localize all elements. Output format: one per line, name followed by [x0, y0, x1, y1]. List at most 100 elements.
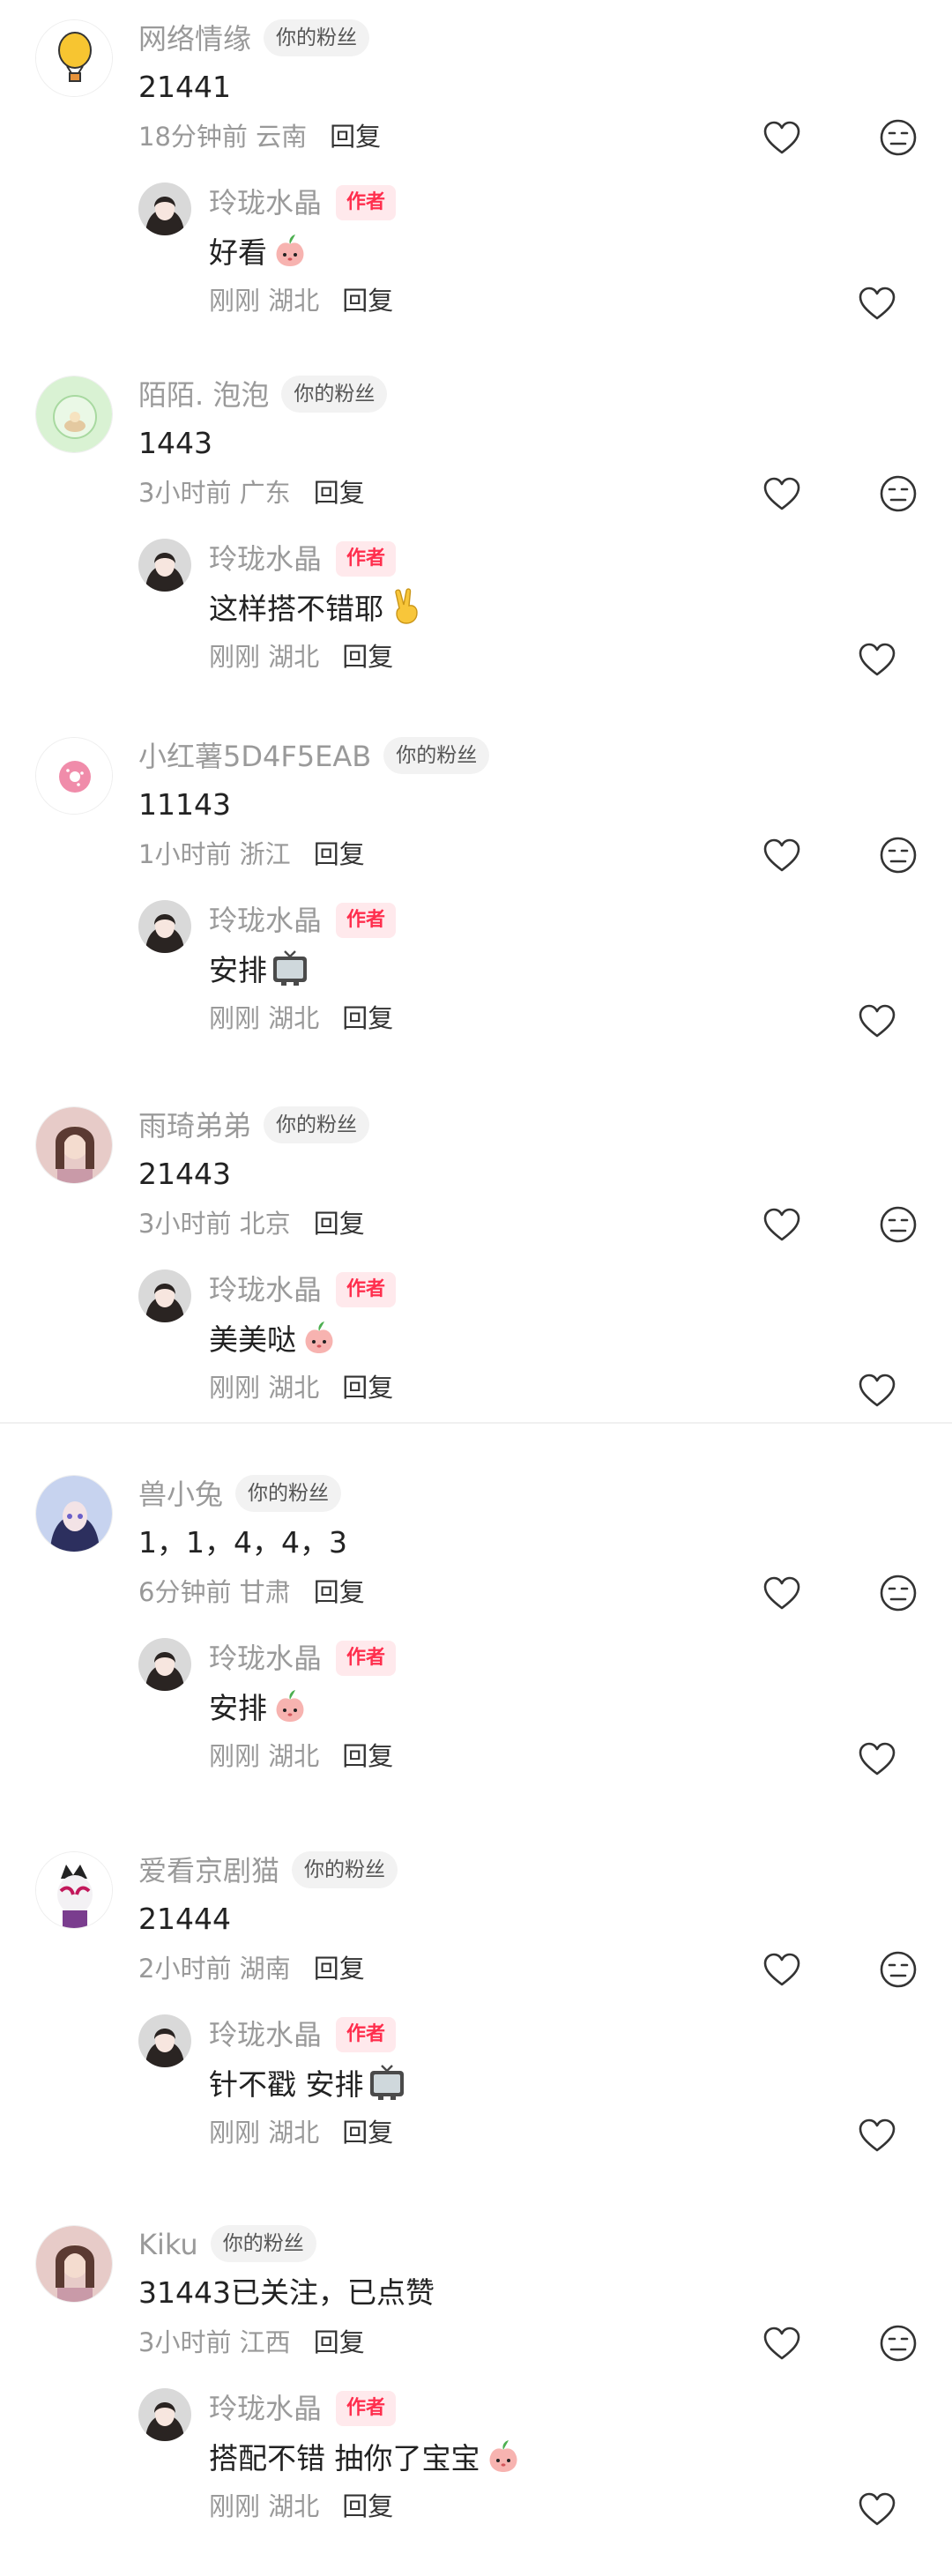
reply-meta: 刚刚 湖北 回复	[209, 282, 393, 319]
reply-text: 针不戳 安排	[209, 2067, 364, 2102]
like-heart-icon[interactable]	[858, 2491, 896, 2527]
comment-meta: 3小时前 江西 回复	[138, 2324, 365, 2361]
reply-button[interactable]: 回复	[314, 839, 365, 869]
reply-button[interactable]: 回复	[342, 1373, 393, 1403]
comment-time: 2小时前	[138, 1954, 232, 1984]
comment-item: 网络情缘 你的粉丝 21441 18分钟前 云南 回复 玲珑水晶 作者 好看 刚刚 湖北 回复	[0, 0, 952, 370]
comment-username[interactable]: 网络情缘	[138, 22, 251, 56]
comment-time: 3小时前	[138, 1209, 232, 1239]
like-heart-icon[interactable]	[762, 838, 801, 873]
like-heart-icon[interactable]	[858, 1003, 896, 1039]
like-heart-icon[interactable]	[858, 2118, 896, 2153]
comment-location: 江西	[239, 2327, 291, 2357]
comment-meta: 2小时前 湖南 回复	[138, 1950, 365, 1987]
reply-user-row: 玲珑水晶 作者	[209, 2015, 397, 2054]
reply-username[interactable]: 玲珑水晶	[209, 1642, 322, 1675]
reply-user-row: 玲珑水晶 作者	[209, 2389, 397, 2428]
reply-username[interactable]: 玲珑水晶	[209, 186, 322, 220]
avatar[interactable]	[35, 19, 113, 97]
reply-username[interactable]: 玲珑水晶	[209, 904, 322, 937]
reply-avatar[interactable]	[138, 2014, 191, 2067]
dislike-face-icon[interactable]	[879, 836, 918, 875]
comment-username[interactable]: 爱看京剧猫	[138, 1854, 279, 1887]
reply-meta: 刚刚 湖北 回复	[209, 638, 393, 675]
comment-user-row: Kiku 你的粉丝	[138, 2225, 316, 2264]
reply-time: 刚刚	[209, 642, 261, 672]
comment-username[interactable]: 兽小兔	[138, 1478, 223, 1511]
avatar[interactable]	[35, 1106, 113, 1184]
reply-button[interactable]: 回复	[314, 478, 365, 508]
avatar[interactable]	[35, 1851, 113, 1929]
like-heart-icon[interactable]	[762, 1207, 801, 1242]
like-heart-icon[interactable]	[858, 1373, 896, 1408]
peach-face-emoji	[300, 1318, 338, 1357]
fan-badge: 你的粉丝	[235, 1475, 342, 1512]
dislike-face-icon[interactable]	[879, 2324, 918, 2363]
comment-location: 云南	[256, 122, 308, 152]
section-divider	[0, 1422, 952, 1424]
reply-button[interactable]: 回复	[342, 642, 393, 672]
comment-time: 3小时前	[138, 478, 232, 508]
dislike-face-icon[interactable]	[879, 1950, 918, 1989]
author-badge: 作者	[336, 541, 397, 577]
reply-time: 刚刚	[209, 1003, 261, 1033]
comment-time: 1小时前	[138, 839, 232, 869]
like-heart-icon[interactable]	[858, 286, 896, 321]
dislike-face-icon[interactable]	[879, 1574, 918, 1612]
like-heart-icon[interactable]	[858, 1741, 896, 1776]
reply-meta: 刚刚 湖北 回复	[209, 2114, 393, 2151]
dislike-face-icon[interactable]	[879, 118, 918, 157]
reply-button[interactable]: 回复	[342, 2491, 393, 2521]
author-badge: 作者	[336, 2391, 397, 2426]
reply-text-row: 针不戳 安排	[209, 2063, 406, 2105]
comment-username[interactable]: 陌陌. 泡泡	[138, 378, 269, 412]
reply-text: 安排	[209, 953, 267, 987]
reply-button[interactable]: 回复	[342, 1741, 393, 1771]
reply-avatar[interactable]	[138, 1269, 191, 1322]
avatar[interactable]	[35, 376, 113, 453]
reply-avatar[interactable]	[138, 900, 191, 953]
reply-button[interactable]: 回复	[314, 1954, 365, 1984]
comment-username[interactable]: 雨琦弟弟	[138, 1109, 251, 1143]
reply-button[interactable]: 回复	[330, 122, 381, 152]
reply-button[interactable]: 回复	[342, 1003, 393, 1033]
like-heart-icon[interactable]	[762, 120, 801, 155]
like-heart-icon[interactable]	[762, 476, 801, 511]
reply-username[interactable]: 玲珑水晶	[209, 1273, 322, 1307]
comment-time: 18分钟前	[138, 122, 248, 152]
avatar[interactable]	[35, 737, 113, 815]
comment-username[interactable]: Kiku	[138, 2228, 198, 2261]
reply-avatar[interactable]	[138, 182, 191, 235]
like-heart-icon[interactable]	[762, 2326, 801, 2361]
comment-meta: 3小时前 广东 回复	[138, 474, 365, 511]
victory-hand-emoji	[387, 587, 426, 626]
reply-username[interactable]: 玲珑水晶	[209, 2018, 322, 2051]
reply-button[interactable]: 回复	[314, 1209, 365, 1239]
avatar[interactable]	[35, 2225, 113, 2303]
dislike-face-icon[interactable]	[879, 1205, 918, 1244]
reply-button[interactable]: 回复	[342, 286, 393, 316]
peach-face-emoji	[484, 2437, 523, 2475]
comment-location: 湖南	[239, 1954, 291, 1984]
reply-button[interactable]: 回复	[314, 2327, 365, 2357]
dislike-face-icon[interactable]	[879, 474, 918, 513]
reply-avatar[interactable]	[138, 539, 191, 592]
author-badge: 作者	[336, 2017, 397, 2052]
avatar[interactable]	[35, 1475, 113, 1552]
reply-username[interactable]: 玲珑水晶	[209, 2392, 322, 2425]
comment-item: 兽小兔 你的粉丝 1，1，4，4，3 6分钟前 甘肃 回复 玲珑水晶 作者 安排 刚刚 湖北 回复	[0, 1456, 952, 1826]
reply-button[interactable]: 回复	[342, 2118, 393, 2148]
reply-username[interactable]: 玲珑水晶	[209, 542, 322, 576]
like-heart-icon[interactable]	[762, 1952, 801, 1987]
reply-avatar[interactable]	[138, 2388, 191, 2441]
reply-time: 刚刚	[209, 1373, 261, 1403]
like-heart-icon[interactable]	[762, 1575, 801, 1611]
reply-meta: 刚刚 湖北 回复	[209, 1000, 393, 1037]
like-heart-icon[interactable]	[858, 642, 896, 677]
comment-meta: 1小时前 浙江 回复	[138, 836, 365, 873]
reply-button[interactable]: 回复	[314, 1577, 365, 1607]
opera-cat-icon	[36, 1852, 112, 1928]
reply-avatar[interactable]	[138, 1638, 191, 1691]
reply-meta: 刚刚 湖北 回复	[209, 1738, 393, 1775]
comment-username[interactable]: 小红薯5D4F5EAB	[138, 740, 371, 773]
